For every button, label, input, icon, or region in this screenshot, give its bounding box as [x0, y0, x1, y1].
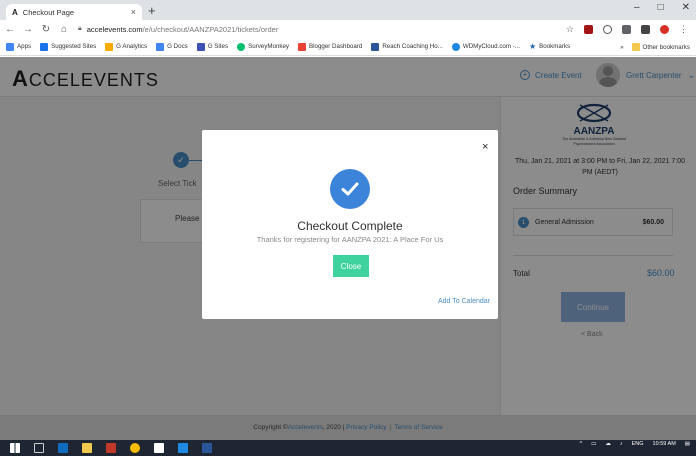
forward-arrow-icon[interactable]: →	[20, 24, 36, 35]
bookmark-bookmarks[interactable]: ★ Bookmarks	[529, 42, 570, 51]
folder-icon	[631, 43, 640, 51]
coaching-icon	[371, 42, 380, 51]
windows-taskbar: ^ ▭ ☁ ♪ ENG 10:59 AM ▤	[0, 440, 696, 456]
menu-kebab-icon[interactable]: ⋮	[679, 24, 688, 35]
cloud-icon	[451, 42, 460, 51]
profile-icon[interactable]	[660, 24, 669, 34]
google-icon	[298, 42, 306, 51]
system-tray: ^ ▭ ☁ ♪ ENG 10:59 AM ▤	[580, 441, 690, 447]
back-arrow-icon[interactable]: ←	[2, 24, 18, 35]
analytics-icon	[105, 42, 114, 51]
close-button[interactable]: Close	[333, 255, 369, 277]
address-bar: ← → ↻ ⌂ 🔒︎ accelevents.com/e/u/checkout/…	[0, 20, 696, 38]
word-icon[interactable]	[202, 443, 212, 453]
modal-title: Checkout Complete	[297, 219, 403, 233]
bookmark-g-analytics[interactable]: G Analytics	[105, 42, 147, 51]
close-icon[interactable]: ×	[482, 141, 488, 153]
outlook-icon[interactable]	[58, 443, 68, 453]
close-window-icon[interactable]: ✕	[682, 2, 690, 13]
puzzle-icon[interactable]	[641, 24, 650, 34]
bookmarks-bar: Apps Suggested Sites G Analytics G Docs …	[0, 38, 696, 56]
checkout-complete-modal: × Checkout Complete Thanks for registeri…	[202, 130, 498, 319]
bookmark-apps[interactable]: Apps	[6, 42, 31, 51]
browser-tab[interactable]: A Checkout Page ×	[6, 4, 142, 20]
bookmark-surveymonkey[interactable]: SurveyMonkey	[237, 42, 289, 51]
cloud-tray-icon[interactable]: ☁	[605, 441, 611, 447]
bookmark-blogger-dashboard[interactable]: Blogger Dashboard	[298, 42, 362, 51]
sites-icon	[196, 42, 205, 51]
url-host: accelevents.com	[86, 24, 143, 34]
window-controls: – □ ✕	[634, 2, 690, 13]
tab-close-icon[interactable]: ×	[131, 7, 136, 17]
bookmark-g-docs[interactable]: G Docs	[156, 42, 188, 51]
new-tab-icon[interactable]: +	[148, 3, 156, 18]
surveymonkey-icon	[237, 42, 246, 51]
file-explorer-icon[interactable]	[82, 443, 92, 453]
success-check-icon	[330, 169, 370, 209]
docs-icon	[156, 42, 165, 51]
clock[interactable]: 10:59 AM	[653, 441, 676, 447]
bookmarks-more-icon[interactable]: »	[620, 44, 623, 51]
bookmark-g-sites[interactable]: G Sites	[196, 42, 228, 51]
url-path: /e/u/checkout/AANZPA2021/tickets/order	[142, 24, 279, 34]
reload-icon[interactable]: ↻	[38, 24, 54, 35]
media-icon[interactable]	[154, 443, 164, 453]
language-indicator[interactable]: ENG	[632, 441, 644, 447]
add-to-calendar-link[interactable]: Add To Calendar	[438, 298, 490, 305]
browser-tab-bar: A Checkout Page × + – □ ✕	[0, 0, 696, 20]
bookmark-reach-coaching[interactable]: Reach Coaching Ho...	[371, 42, 443, 51]
home-icon[interactable]: ⌂	[56, 24, 72, 35]
acrobat-icon[interactable]	[106, 443, 116, 453]
bookmark-wdmycloud[interactable]: WDMyCloud.com -...	[451, 42, 520, 51]
notifications-icon[interactable]: ▤	[685, 441, 690, 447]
modal-subtitle: Thanks for registering for AANZPA 2021: …	[256, 235, 444, 244]
bookmark-suggested-sites[interactable]: Suggested Sites	[40, 42, 96, 51]
volume-icon[interactable]: ♪	[620, 441, 623, 447]
circle-extension-icon[interactable]	[603, 24, 612, 34]
pdf-extension-icon[interactable]	[584, 24, 593, 34]
tab-title: Checkout Page	[22, 7, 75, 17]
url-field[interactable]: 🔒︎ accelevents.com/e/u/checkout/AANZPA20…	[78, 25, 566, 34]
task-view-icon[interactable]	[34, 443, 44, 453]
other-bookmarks[interactable]: Other bookmarks	[631, 43, 690, 51]
bookmarks-right: » Other bookmarks	[614, 38, 690, 55]
chevron-up-icon[interactable]: ^	[580, 441, 583, 447]
star-bookmark-icon: ★	[528, 42, 537, 51]
chrome-icon[interactable]	[130, 443, 140, 453]
modal-overlay[interactable]: × Checkout Complete Thanks for registeri…	[0, 57, 696, 440]
bookmark-icon	[40, 42, 49, 51]
minimize-icon[interactable]: –	[634, 2, 640, 13]
extension-icons: ☆ ⋮	[566, 24, 688, 35]
lock-icon: 🔒︎	[78, 25, 82, 32]
apps-grid-icon	[6, 42, 14, 51]
extension-icon[interactable]	[622, 24, 631, 34]
star-icon[interactable]: ☆	[566, 24, 574, 35]
outlook-2-icon[interactable]	[178, 443, 188, 453]
network-icon[interactable]: ▭	[591, 441, 596, 447]
windows-start-icon[interactable]	[10, 443, 20, 453]
maximize-icon[interactable]: □	[658, 2, 664, 13]
favicon-icon: A	[12, 7, 18, 17]
